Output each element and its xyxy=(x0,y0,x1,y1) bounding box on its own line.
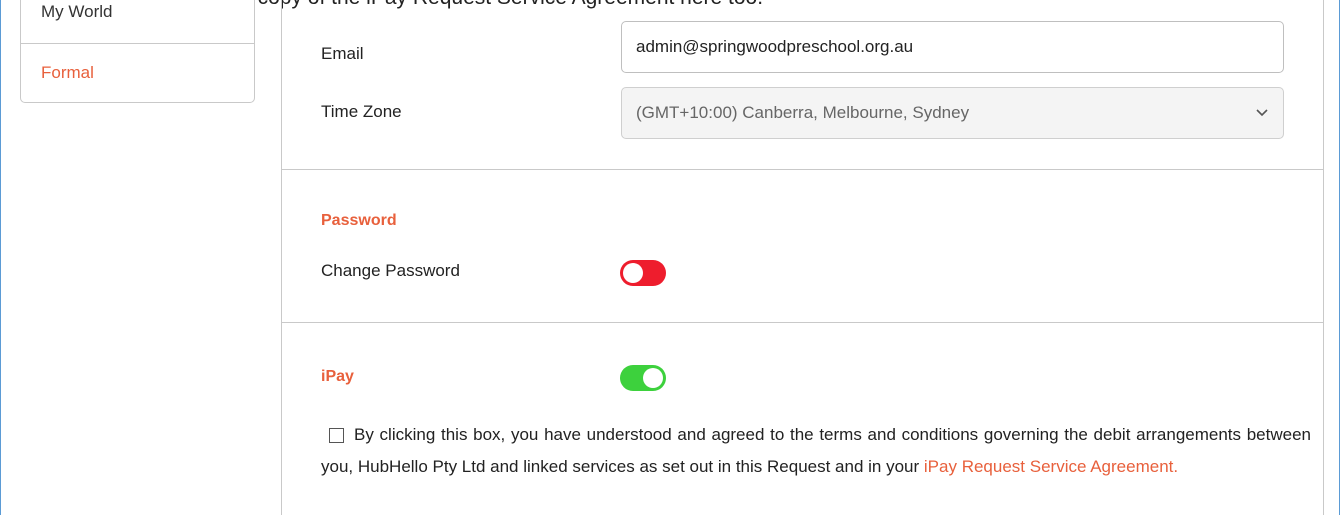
email-label: Email xyxy=(321,44,364,63)
ipay-section-title: iPay xyxy=(321,368,354,385)
sidebar-item-my-world[interactable]: My World xyxy=(21,2,254,22)
toggle-knob xyxy=(643,368,663,388)
password-section-title: Password xyxy=(321,212,397,229)
sidebar-item-formal[interactable]: Formal xyxy=(21,63,254,83)
ipay-agreement-checkbox[interactable] xyxy=(329,428,344,443)
change-password-label: Change Password xyxy=(321,261,460,280)
timezone-select[interactable]: (GMT+10:00) Canberra, Melbourne, Sydney xyxy=(621,87,1284,139)
ipay-agreement-link[interactable]: iPay Request Service Agreement. xyxy=(924,457,1178,476)
section-divider xyxy=(282,322,1323,323)
section-divider xyxy=(282,169,1323,170)
sidebar: My World Formal xyxy=(20,0,255,103)
sidebar-divider xyxy=(21,43,254,44)
email-input[interactable] xyxy=(621,21,1284,73)
ipay-agreement-text: By clicking this box, you have understoo… xyxy=(321,419,1311,483)
settings-panel: Email Time Zone (GMT+10:00) Canberra, Me… xyxy=(281,0,1324,515)
timezone-label: Time Zone xyxy=(321,102,402,121)
change-password-toggle[interactable] xyxy=(620,260,666,286)
toggle-knob xyxy=(623,263,643,283)
chevron-down-icon xyxy=(1255,106,1269,120)
ipay-toggle[interactable] xyxy=(620,365,666,391)
timezone-value: (GMT+10:00) Canberra, Melbourne, Sydney xyxy=(636,103,970,122)
